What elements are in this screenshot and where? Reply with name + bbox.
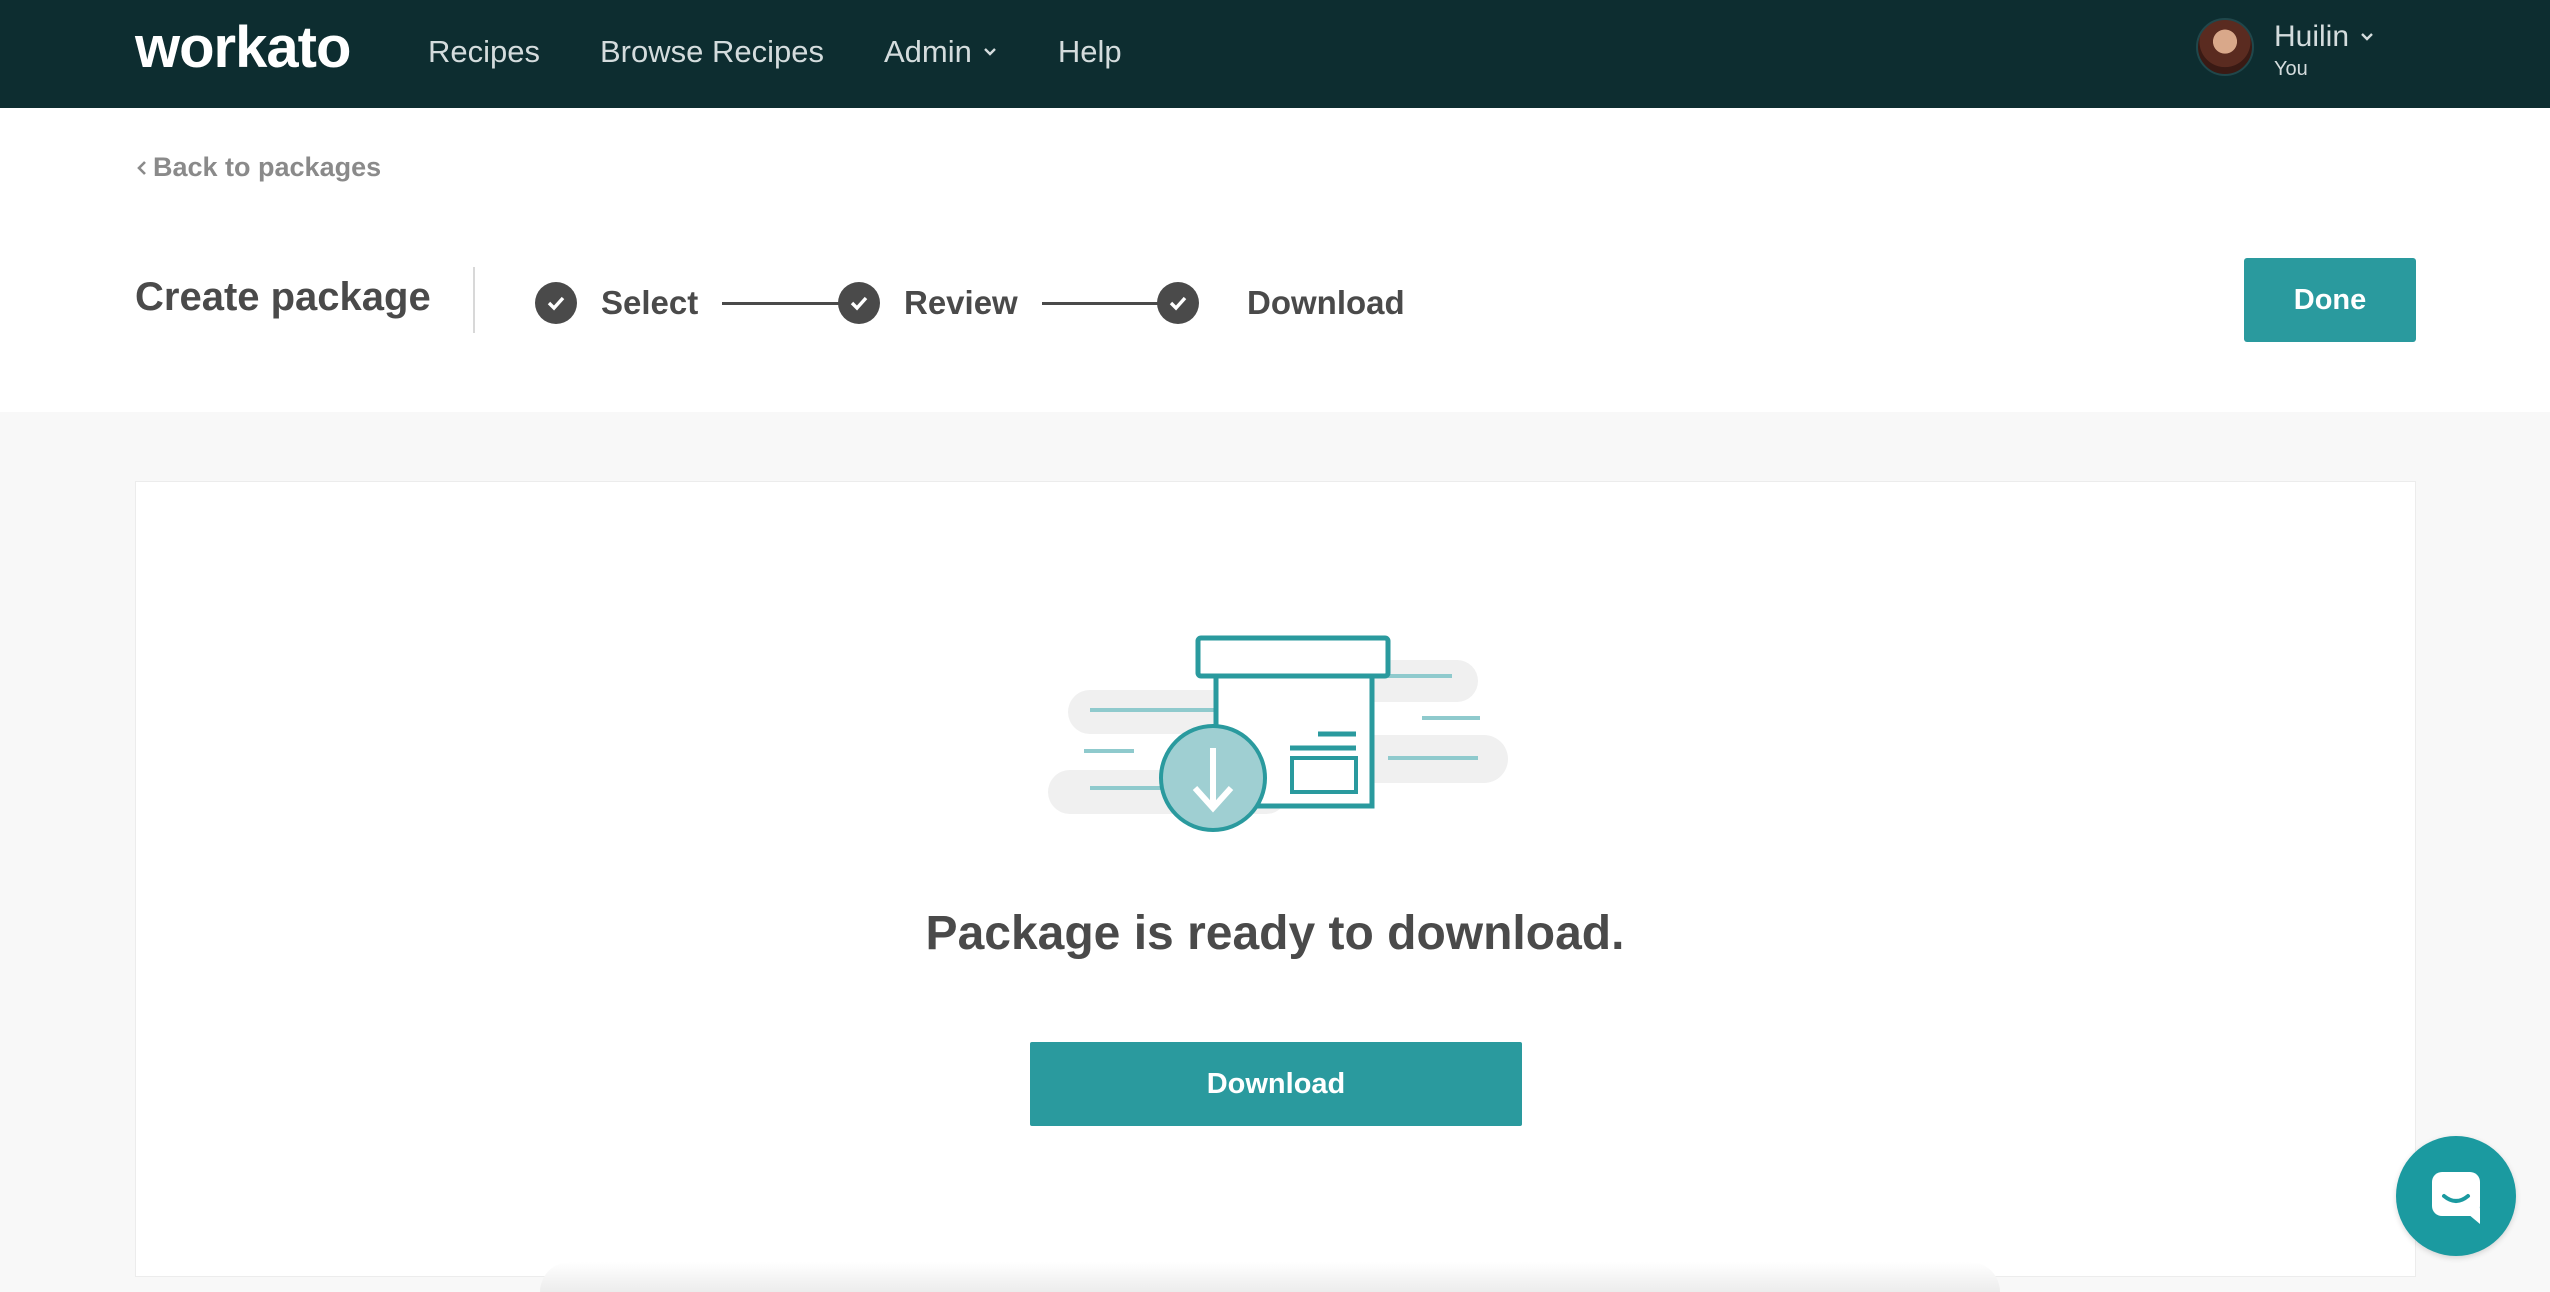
main-nav: Recipes Browse Recipes Admin Help xyxy=(428,0,1182,104)
nav-item-label: Recipes xyxy=(428,34,540,69)
download-card xyxy=(135,481,2416,1277)
nav-item-help[interactable]: Help xyxy=(1058,34,1122,70)
check-circle-icon xyxy=(535,282,577,324)
package-ready-message: Package is ready to download. xyxy=(925,907,1625,960)
user-info: Huilin You xyxy=(2274,20,2375,81)
user-name-row: Huilin xyxy=(2274,20,2375,54)
nav-item-browse-recipes[interactable]: Browse Recipes xyxy=(600,34,824,70)
chat-bubble-icon xyxy=(2432,1172,2480,1224)
nav-item-admin[interactable]: Admin xyxy=(884,34,998,70)
page-title: Create package xyxy=(135,275,431,319)
package-download-icon xyxy=(1048,635,1508,832)
step-select: Select xyxy=(535,282,698,324)
nav-item-label: Admin xyxy=(883,34,972,69)
step-label: Select xyxy=(601,284,699,321)
user-name: Huilin xyxy=(2274,20,2350,53)
header-panel xyxy=(0,108,2550,412)
workato-logo[interactable]: workato xyxy=(135,14,351,81)
chevron-down-icon xyxy=(2361,33,2373,41)
step-label: Download xyxy=(1247,284,1405,321)
chevron-left-icon xyxy=(137,160,146,175)
back-link-label: Back to packages xyxy=(153,152,382,182)
user-menu[interactable]: Huilin You xyxy=(2196,18,2375,81)
done-button[interactable]: Done xyxy=(2244,258,2416,342)
step-connector xyxy=(722,302,840,305)
chat-button[interactable] xyxy=(2396,1136,2516,1256)
step-download: Download xyxy=(1157,282,1405,324)
nav-item-label: Browse Recipes xyxy=(600,34,824,69)
step-label: Review xyxy=(904,284,1018,321)
nav-item-label: Help xyxy=(1057,34,1122,69)
step-connector xyxy=(1042,302,1158,305)
user-subtitle: You xyxy=(2274,58,2308,80)
check-circle-icon xyxy=(1157,282,1199,324)
chevron-down-icon xyxy=(984,48,996,56)
nav-item-recipes[interactable]: Recipes xyxy=(428,34,540,70)
title-divider xyxy=(473,267,475,333)
download-button[interactable]: Download xyxy=(1030,1042,1522,1126)
avatar xyxy=(2196,18,2254,76)
check-circle-icon xyxy=(838,282,880,324)
top-navigation-bar: workato Recipes Browse Recipes Admin Hel… xyxy=(0,0,2550,108)
back-to-packages-link[interactable]: Back to packages xyxy=(135,152,381,183)
step-review: Review xyxy=(838,282,1018,324)
bottom-panel-edge xyxy=(540,1262,2000,1292)
